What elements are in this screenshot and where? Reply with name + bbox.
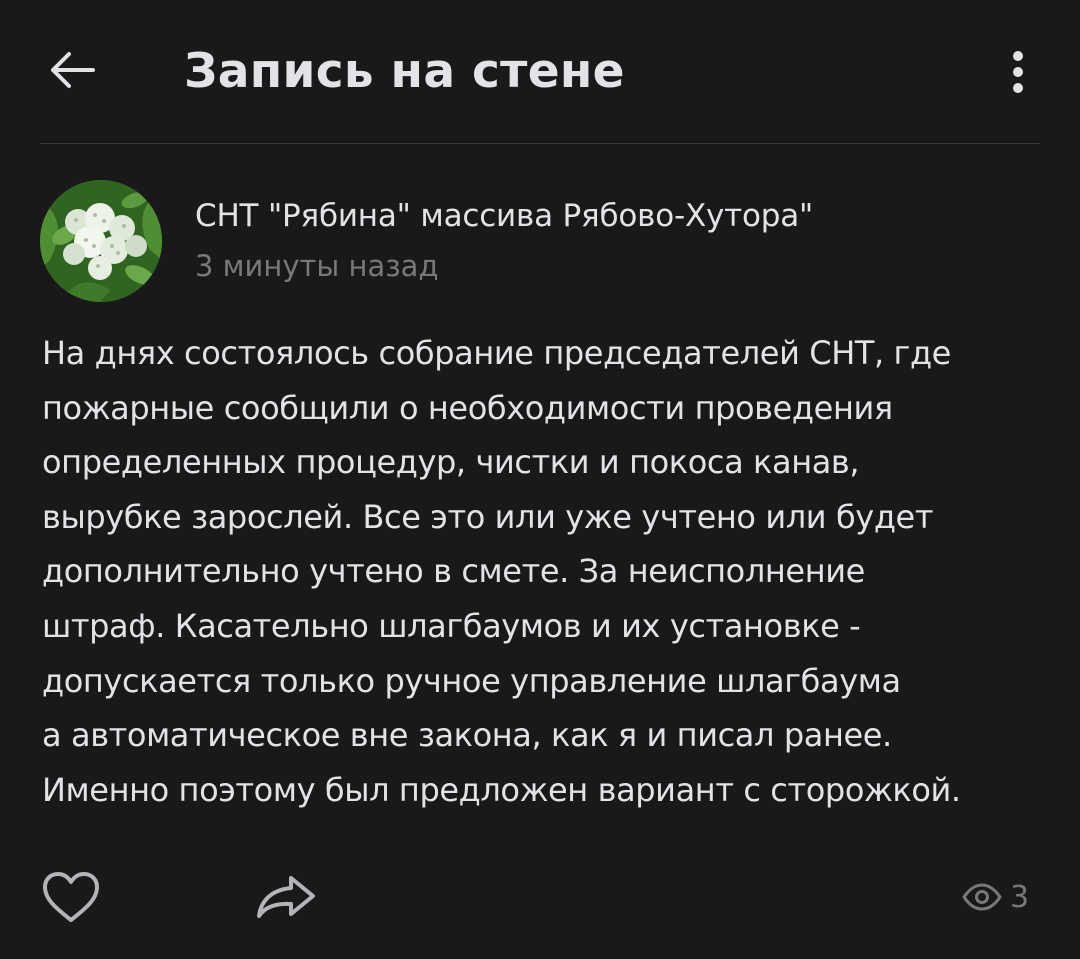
post-text-line: дополнительно учтено в смете. За неиспол… [42, 552, 865, 591]
author-name[interactable]: СНТ "Рябина" массива Рябово-Хутора" [195, 194, 813, 238]
post-text-line: штраф. Касательно шлагбаумов и их устано… [42, 606, 861, 645]
post-header: СНТ "Рябина" массива Рябово-Хутора" 3 ми… [40, 180, 1040, 302]
arrow-left-icon [51, 52, 95, 88]
top-bar: Запись на стене [0, 0, 1080, 143]
more-options-button[interactable] [994, 40, 1042, 104]
views-counter: 3 [962, 874, 1029, 920]
heart-icon [43, 872, 99, 922]
views-count: 3 [1010, 879, 1030, 915]
post-text-line: допускается только ручное управление шла… [42, 661, 901, 700]
post-text-line: пожарные сообщили о необходимости провед… [42, 388, 893, 427]
post-text: На днях состоялось собрание председателе… [42, 326, 1042, 817]
like-button[interactable] [40, 866, 102, 928]
post-text-line: вырубке зарослей. Все это или уже учтено… [42, 497, 934, 536]
post-text-line: Именно поэтому был предложен вариант с с… [42, 770, 961, 809]
back-button[interactable] [38, 36, 106, 104]
more-vertical-icon [1013, 51, 1023, 93]
post-timestamp: 3 минуты назад [195, 249, 439, 283]
page-title: Запись на стене [184, 44, 625, 99]
post-text-line: а автоматическое вне закона, как я и пис… [42, 716, 892, 755]
eye-icon [962, 883, 1002, 911]
post-text-line: На днях состоялось собрание председателе… [42, 334, 951, 372]
share-icon [257, 876, 315, 918]
post-text-line: определенных процедур, чистки и покоса к… [42, 443, 860, 482]
avatar[interactable] [40, 180, 162, 302]
avatar-image [40, 180, 162, 302]
header-divider [40, 143, 1040, 144]
share-button[interactable] [254, 866, 318, 928]
